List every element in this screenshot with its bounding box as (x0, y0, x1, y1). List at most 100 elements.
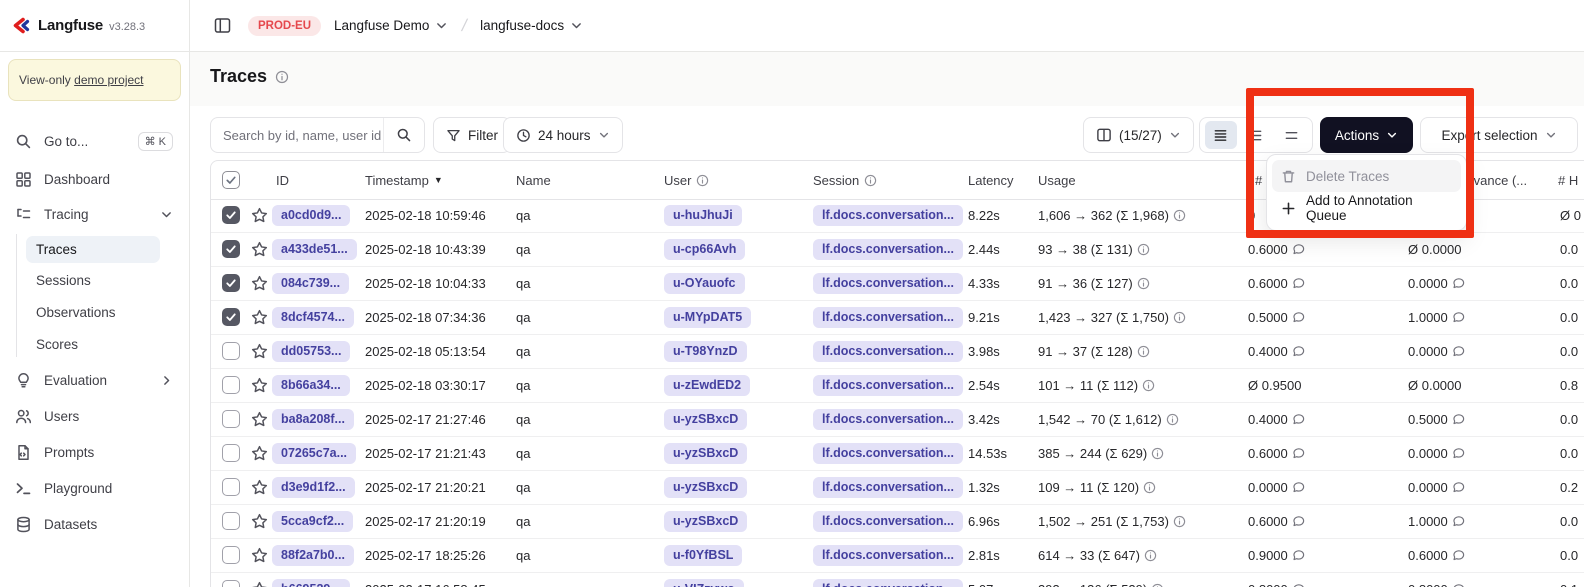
search-input[interactable] (211, 119, 383, 151)
session-badge[interactable]: lf.docs.conversation... (813, 239, 963, 260)
session-badge[interactable]: lf.docs.conversation... (813, 341, 963, 362)
trace-id-badge[interactable]: 084c739... (272, 273, 349, 294)
table-row[interactable]: 88f2a7b0...2025-02-17 18:25:26qau-f0YfBS… (211, 539, 1584, 573)
user-badge[interactable]: u-yzSBxcD (664, 443, 747, 464)
user-badge[interactable]: u-zEwdED2 (664, 375, 750, 396)
trace-id-badge[interactable]: ba8a208f... (272, 409, 354, 430)
row-checkbox[interactable] (222, 512, 240, 530)
chevron-down-icon[interactable] (570, 19, 583, 32)
star-icon[interactable] (251, 369, 268, 402)
row-checkbox[interactable] (222, 580, 240, 587)
trace-id-badge[interactable]: dd05753... (272, 341, 350, 362)
row-checkbox[interactable] (222, 478, 240, 496)
sidebar-item-observations[interactable]: Observations (26, 299, 160, 326)
user-badge[interactable]: u-yzSBxcD (664, 511, 747, 532)
select-all-checkbox[interactable] (222, 171, 240, 189)
session-badge[interactable]: lf.docs.conversation... (813, 477, 963, 498)
star-icon[interactable] (251, 199, 268, 232)
table-row[interactable]: 084c739...2025-02-18 10:04:33qau-OYauofc… (211, 267, 1584, 301)
row-height-large-button[interactable] (1275, 121, 1307, 149)
sidebar-item-sessions[interactable]: Sessions (26, 267, 160, 294)
table-row[interactable]: ba8a208f...2025-02-17 21:27:46qau-yzSBxc… (211, 403, 1584, 437)
trace-id-badge[interactable]: 8b66a34... (272, 375, 350, 396)
session-badge[interactable]: lf.docs.conversation... (813, 205, 963, 226)
user-badge[interactable]: u-T98YnzD (664, 341, 747, 362)
table-row[interactable]: 8dcf4574...2025-02-18 07:34:36qau-MYpDAT… (211, 301, 1584, 335)
row-checkbox[interactable] (222, 274, 240, 292)
user-badge[interactable]: u-cp66Avh (664, 239, 745, 260)
sidebar-item-traces[interactable]: Traces (26, 236, 160, 263)
org-breadcrumb[interactable]: Langfuse Demo (334, 18, 429, 33)
row-checkbox[interactable] (222, 444, 240, 462)
row-checkbox[interactable] (222, 308, 240, 326)
user-badge[interactable]: u-yzSBxcD (664, 477, 747, 498)
table-row[interactable]: a433de51...2025-02-18 10:43:39qau-cp66Av… (211, 233, 1584, 267)
star-icon[interactable] (251, 437, 268, 470)
session-badge[interactable]: lf.docs.conversation... (813, 545, 963, 566)
session-badge[interactable]: lf.docs.conversation... (813, 409, 963, 430)
star-icon[interactable] (251, 301, 268, 334)
table-row[interactable]: 07265c7a...2025-02-17 21:21:43qau-yzSBxc… (211, 437, 1584, 471)
table-row[interactable]: 5cca9cf2...2025-02-17 21:20:19qau-yzSBxc… (211, 505, 1584, 539)
table-row[interactable]: 8b66a34...2025-02-18 03:30:17qau-zEwdED2… (211, 369, 1584, 403)
user-badge[interactable]: u-VIZzvwo (664, 579, 744, 587)
sidebar-item-evaluation[interactable]: Evaluation (8, 367, 182, 394)
header-timestamp[interactable]: Timestamp▼ (365, 161, 443, 199)
trace-id-badge[interactable]: 8dcf4574... (272, 307, 354, 328)
session-badge[interactable]: lf.docs.conversation... (813, 443, 963, 464)
export-selection-button[interactable]: Export selection (1420, 117, 1578, 153)
sidebar-item-users[interactable]: Users (8, 403, 182, 430)
sidebar-item-prompts[interactable]: Prompts (8, 439, 182, 466)
session-badge[interactable]: lf.docs.conversation... (813, 579, 963, 587)
sidebar-item-dashboard[interactable]: Dashboard (8, 166, 182, 193)
time-range-button[interactable]: 24 hours (503, 117, 623, 153)
star-icon[interactable] (251, 573, 268, 587)
row-checkbox[interactable] (222, 342, 240, 360)
row-checkbox[interactable] (222, 206, 240, 224)
project-breadcrumb[interactable]: langfuse-docs (480, 18, 564, 33)
chevron-down-icon[interactable] (435, 19, 448, 32)
sidebar-item-datasets[interactable]: Datasets (8, 511, 182, 538)
session-badge[interactable]: lf.docs.conversation... (813, 307, 963, 328)
trace-id-badge[interactable]: 88f2a7b0... (272, 545, 354, 566)
sidebar-item-goto[interactable]: Go to... ⌘ K (8, 128, 182, 155)
row-height-small-button[interactable] (1205, 121, 1237, 149)
search-submit-icon[interactable] (383, 118, 424, 152)
star-icon[interactable] (251, 505, 268, 538)
columns-button[interactable]: (15/27) (1083, 117, 1194, 153)
trace-id-badge[interactable]: 5cca9cf2... (272, 511, 353, 532)
session-badge[interactable]: lf.docs.conversation... (813, 511, 963, 532)
row-checkbox[interactable] (222, 410, 240, 428)
trace-id-badge[interactable]: d3e9d1f2... (272, 477, 355, 498)
demo-project-link[interactable]: demo project (74, 73, 143, 87)
star-icon[interactable] (251, 233, 268, 266)
session-badge[interactable]: lf.docs.conversation... (813, 273, 963, 294)
session-badge[interactable]: lf.docs.conversation... (813, 375, 963, 396)
trace-id-badge[interactable]: a0cd0d9... (272, 205, 350, 226)
sidebar-item-playground[interactable]: Playground (8, 475, 182, 502)
menu-item-delete-traces[interactable]: Delete Traces (1272, 160, 1461, 192)
user-badge[interactable]: u-yzSBxcD (664, 409, 747, 430)
row-checkbox[interactable] (222, 376, 240, 394)
trace-id-badge[interactable]: 07265c7a... (272, 443, 356, 464)
user-badge[interactable]: u-huJhuJi (664, 205, 742, 226)
star-icon[interactable] (251, 539, 268, 572)
row-checkbox[interactable] (222, 546, 240, 564)
sidebar-item-scores[interactable]: Scores (26, 331, 160, 358)
user-badge[interactable]: u-OYauofc (664, 273, 745, 294)
table-row[interactable]: dd05753...2025-02-18 05:13:54qau-T98YnzD… (211, 335, 1584, 369)
star-icon[interactable] (251, 335, 268, 368)
panel-left-icon[interactable] (213, 16, 232, 35)
star-icon[interactable] (251, 471, 268, 504)
filter-button[interactable]: Filter (433, 117, 511, 153)
trace-id-badge[interactable]: a433de51... (272, 239, 357, 260)
trace-id-badge[interactable]: b669529... (272, 579, 350, 587)
star-icon[interactable] (251, 403, 268, 436)
sidebar-item-tracing[interactable]: Tracing (8, 201, 182, 228)
table-row[interactable]: b669529...2025-02-17 16:58:45qau-VIZzvwo… (211, 573, 1584, 587)
row-height-medium-button[interactable] (1240, 121, 1272, 149)
table-row[interactable]: d3e9d1f2...2025-02-17 21:20:21qau-yzSBxc… (211, 471, 1584, 505)
menu-item-add-to-annotation-queue[interactable]: Add to Annotation Queue (1272, 192, 1461, 224)
user-badge[interactable]: u-f0YfBSL (664, 545, 742, 566)
star-icon[interactable] (251, 267, 268, 300)
